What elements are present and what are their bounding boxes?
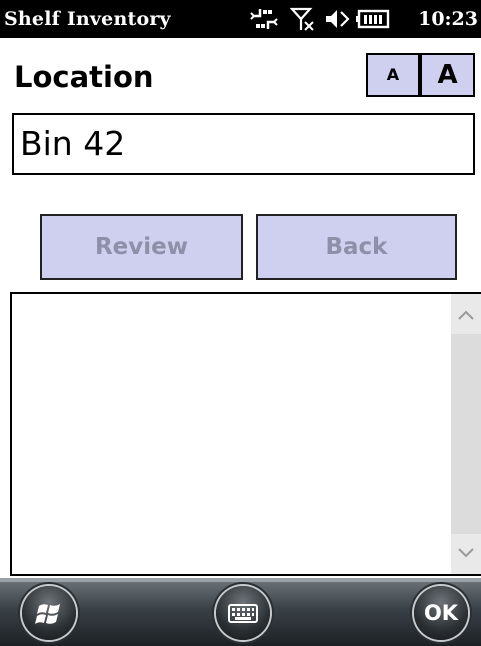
chevron-up-icon [458,310,474,320]
font-size-large-button[interactable]: A [420,53,475,97]
chevron-down-icon [458,548,474,558]
font-size-small-button[interactable]: A [366,53,420,97]
scroll-up-button[interactable] [451,294,481,334]
battery-icon [356,7,390,31]
scroll-track[interactable] [451,334,481,534]
review-button[interactable]: Review [40,214,243,280]
soft-key-bar: OK [0,578,481,646]
location-label: Location [14,60,154,94]
vertical-scrollbar[interactable] [451,294,481,574]
sync-icon [250,7,278,31]
start-button[interactable] [22,586,76,640]
location-input[interactable]: Bin 42 [12,113,475,175]
app-title: Shelf Inventory [4,8,171,30]
clock: 10:23 [418,8,478,30]
keyboard-button[interactable] [216,586,270,640]
status-bar: Shelf Inventory 10:23 [0,0,481,38]
speaker-muted-icon [324,7,350,31]
back-button[interactable]: Back [256,214,457,280]
ok-button[interactable]: OK [414,586,468,640]
results-list[interactable] [10,292,481,576]
windows-logo-icon [35,604,60,624]
no-signal-icon [289,7,316,31]
scroll-down-button[interactable] [451,534,481,574]
keyboard-icon [228,604,258,623]
ok-label: OK [423,601,459,625]
